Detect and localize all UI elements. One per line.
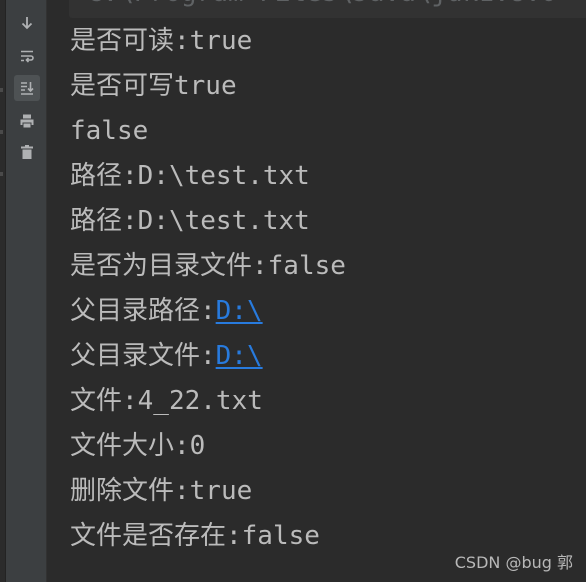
- output-line: 是否为目录文件:false: [70, 251, 346, 281]
- soft-wrap-button[interactable]: [14, 43, 40, 69]
- command-line: C:\Program Files\Java\jdk1.8.0: [87, 0, 557, 8]
- clear-console-button[interactable]: [14, 139, 40, 165]
- output-line: 文件:4_22.txt: [70, 386, 263, 416]
- edge-marker: [0, 172, 3, 176]
- print-icon: [20, 114, 34, 129]
- output-line-label: 父目录文件:: [70, 341, 216, 371]
- run-console-window: C:\Program Files\Java\jdk1.8.0 是否可读:true…: [0, 0, 586, 582]
- arrow-down-icon: [21, 17, 33, 30]
- edge-marker: [0, 88, 3, 92]
- console-toolbar: [6, 0, 47, 582]
- edge-marker: [0, 130, 3, 134]
- output-line: 父目录路径:D:\: [70, 294, 263, 328]
- output-line: 是否可读:true: [70, 26, 253, 56]
- output-line: 文件是否存在:false: [70, 521, 320, 551]
- print-button[interactable]: [14, 108, 40, 134]
- output-line: 路径:D:\test.txt: [70, 161, 310, 191]
- output-line: 删除文件:true: [70, 476, 253, 506]
- arrow-down-button[interactable]: [14, 10, 40, 36]
- scroll-to-end-button[interactable]: [14, 75, 40, 101]
- trash-icon: [21, 145, 33, 159]
- console-output[interactable]: C:\Program Files\Java\jdk1.8.0 是否可读:true…: [47, 0, 586, 582]
- scroll-to-end-icon: [21, 82, 34, 95]
- output-line: 路径:D:\test.txt: [70, 206, 310, 236]
- path-link[interactable]: D:\: [216, 341, 263, 371]
- output-line: 文件大小:0: [70, 431, 206, 461]
- output-line: 是否可写true: [70, 71, 237, 101]
- output-line: false: [70, 116, 149, 146]
- output-line-label: 父目录路径:: [70, 296, 216, 326]
- output-line: 父目录文件:D:\: [70, 339, 263, 373]
- watermark: CSDN @bug 郭: [454, 553, 573, 572]
- soft-wrap-icon: [21, 50, 34, 63]
- path-link[interactable]: D:\: [216, 296, 263, 326]
